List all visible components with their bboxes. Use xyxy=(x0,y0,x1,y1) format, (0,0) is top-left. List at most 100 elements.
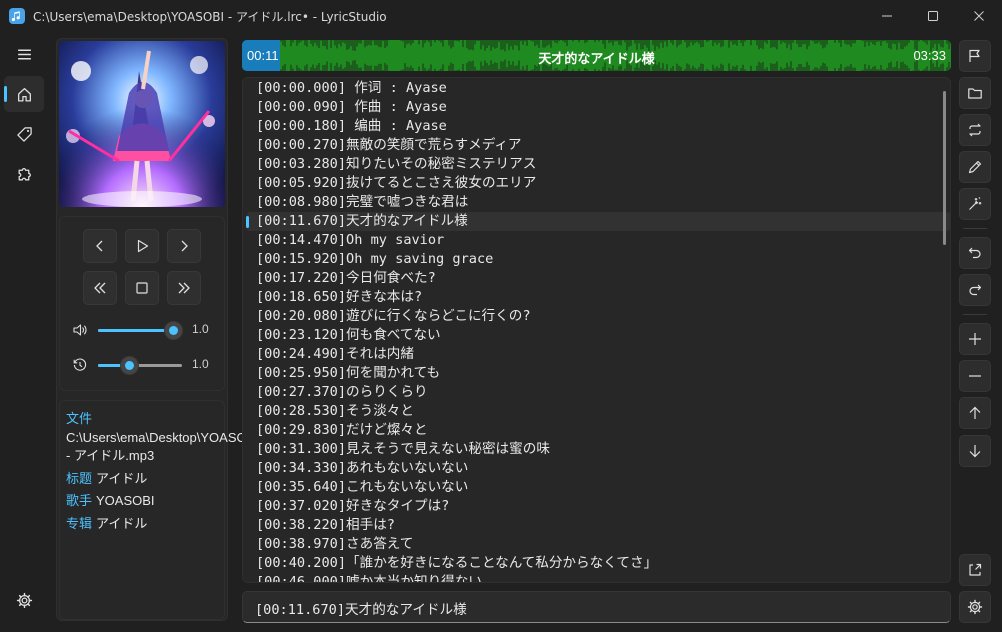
album-info: 专辑 アイドル xyxy=(66,515,222,534)
arrow-down-icon xyxy=(969,445,981,458)
lyric-line[interactable]: [00:38.220]相手は? xyxy=(256,516,395,535)
title-bar: C:\Users\ema\Desktop\YOASOBI - アイドル.lrc•… xyxy=(0,0,1002,32)
lyric-line[interactable]: [00:25.950]何を聞かれても xyxy=(256,364,440,383)
song-info: 文件 C:\Users\ema\Desktop\YOASOBI - アイドル.mp… xyxy=(66,410,259,538)
waveform-seekbar[interactable]: 00:11 天才的なアイドル様 03:33 xyxy=(242,40,951,71)
share-icon xyxy=(969,563,982,576)
title-value: アイドル xyxy=(96,470,148,486)
speed-row: 1.0 xyxy=(72,355,217,375)
file-label: 文件 xyxy=(66,411,93,426)
edit-button[interactable] xyxy=(959,151,991,183)
repeat-icon xyxy=(969,123,981,137)
lyric-line[interactable]: [00:00.180] 编曲 : Ayase xyxy=(256,117,447,136)
lyric-line[interactable]: [00:37.020]好きなタイプは? xyxy=(256,497,449,516)
lyric-line[interactable]: [00:18.650]好きな本は? xyxy=(256,288,422,307)
lyric-line[interactable]: [00:23.120]何も食べてない xyxy=(256,326,441,345)
lyric-line[interactable]: [00:00.270]無敵の笑顔で荒らすメディア xyxy=(256,136,522,155)
hamburger-icon xyxy=(17,49,31,59)
minimize-button[interactable] xyxy=(864,0,910,32)
chevron-right-icon xyxy=(181,240,188,252)
add-line-button[interactable] xyxy=(959,323,991,355)
chevron-left-icon xyxy=(96,240,103,252)
speed-slider-thumb[interactable] xyxy=(120,356,140,375)
navigation-rail xyxy=(0,32,48,632)
pencil-icon xyxy=(968,160,982,174)
current-line-indicator xyxy=(246,216,249,228)
lyric-line[interactable]: [00:08.980]完璧で嘘つきな君は xyxy=(256,193,468,212)
double-chevron-right-icon xyxy=(178,282,190,294)
lyric-edit-field[interactable]: [00:11.670]天才的なアイドル様 xyxy=(242,591,951,623)
lyric-line[interactable]: [00:17.220]今日何食べた? xyxy=(256,269,436,288)
volume-slider-thumb[interactable] xyxy=(164,321,184,340)
nav-home[interactable] xyxy=(4,76,44,112)
volume-icon xyxy=(73,324,87,336)
lyric-line[interactable]: [00:27.370]のらりくらり xyxy=(256,383,428,402)
volume-row: 1.0 xyxy=(72,320,217,340)
repeat-button[interactable] xyxy=(959,114,991,146)
previous-line-button[interactable] xyxy=(83,229,117,263)
lyrics-scrollbar[interactable] xyxy=(943,91,946,245)
toolbar-separator xyxy=(963,314,987,315)
nav-settings[interactable] xyxy=(4,582,44,618)
lyric-line[interactable]: [00:00.090] 作曲 : Ayase xyxy=(256,98,447,117)
rewind-button[interactable] xyxy=(83,271,117,305)
lyric-line[interactable]: [00:11.670]天才的なアイドル様 xyxy=(256,212,468,231)
open-file-button[interactable] xyxy=(959,77,991,109)
tag-icon xyxy=(16,126,32,142)
lyric-line[interactable]: [00:24.490]それは内緒 xyxy=(256,345,414,364)
volume-value: 1.0 xyxy=(192,322,209,336)
lyrics-list[interactable]: [00:00.000] 作词 : Ayase [00:00.090] 作曲 : A… xyxy=(242,77,951,583)
lyric-line[interactable]: [00:31.300]見えそうで見えない秘密は蜜の味 xyxy=(256,440,550,459)
redo-button[interactable] xyxy=(959,274,991,306)
lyric-line[interactable]: [00:20.080]遊びに行くならどこに行くの? xyxy=(256,307,531,326)
magic-wand-icon xyxy=(969,197,982,210)
album-value: アイドル xyxy=(96,515,148,531)
play-button[interactable] xyxy=(125,229,159,263)
fast-forward-button[interactable] xyxy=(167,271,201,305)
lyric-line[interactable]: [00:03.280]知りたいその秘密ミステリアス xyxy=(256,155,536,174)
settings-button[interactable] xyxy=(959,591,991,623)
stop-icon xyxy=(136,282,148,294)
artist-label: 歌手 xyxy=(66,493,93,509)
lyric-line[interactable]: [00:00.000] 作词 : Ayase xyxy=(256,79,447,98)
play-icon xyxy=(137,239,149,253)
flag-button[interactable] xyxy=(959,40,991,72)
redo-icon xyxy=(969,284,982,296)
arrow-up-icon xyxy=(969,406,981,419)
lyric-line[interactable]: [00:38.970]さあ答えて xyxy=(256,535,413,554)
lyric-line[interactable]: [00:29.830]だけど燦々と xyxy=(256,421,428,440)
window-title: C:\Users\ema\Desktop\YOASOBI - アイドル.lrc•… xyxy=(33,9,387,24)
nav-plugins[interactable] xyxy=(4,156,44,192)
volume-slider[interactable] xyxy=(98,321,184,340)
maximize-button[interactable] xyxy=(910,0,956,32)
flag-icon xyxy=(969,49,980,62)
lyric-line[interactable]: [00:34.330]あれもないないない xyxy=(256,459,468,478)
lyric-line[interactable]: [00:46.000]嘘か本当か知り得ない xyxy=(256,573,482,582)
export-button[interactable] xyxy=(959,554,991,586)
lyric-line[interactable]: [00:14.470]Oh my savior xyxy=(256,231,444,250)
title-info: 标题 アイドル xyxy=(66,470,222,489)
menu-toggle-button[interactable] xyxy=(4,36,44,72)
next-line-button[interactable] xyxy=(167,229,201,263)
album-cover xyxy=(59,41,225,207)
lyric-line[interactable]: [00:15.920]Oh my saving grace xyxy=(256,250,493,269)
move-up-button[interactable] xyxy=(959,397,991,429)
close-button[interactable] xyxy=(956,0,1002,32)
title-label: 标题 xyxy=(66,470,93,486)
nav-tags[interactable] xyxy=(4,116,44,152)
speed-slider[interactable] xyxy=(98,356,182,375)
artist-info: 歌手 YOASOBI xyxy=(66,492,222,511)
lyric-line[interactable]: [00:28.530]そう淡々と xyxy=(256,402,414,421)
lyric-line[interactable]: [00:05.920]抜けてるとこさえ彼女のエリア xyxy=(256,174,536,193)
remove-line-button[interactable] xyxy=(959,360,991,392)
folder-icon xyxy=(968,88,982,99)
file-info: 文件 C:\Users\ema\Desktop\YOASOBI - アイドル.mp… xyxy=(66,410,259,466)
minus-icon xyxy=(969,375,981,377)
undo-button[interactable] xyxy=(959,237,991,269)
stop-button[interactable] xyxy=(125,271,159,305)
album-label: 专辑 xyxy=(66,515,93,531)
magic-button[interactable] xyxy=(959,188,991,220)
move-down-button[interactable] xyxy=(959,435,991,467)
lyric-line[interactable]: [00:35.640]これもないないない xyxy=(256,478,468,497)
lyric-line[interactable]: [00:40.200]「誰かを好きになることなんて私分からなくてさ」 xyxy=(256,554,657,573)
